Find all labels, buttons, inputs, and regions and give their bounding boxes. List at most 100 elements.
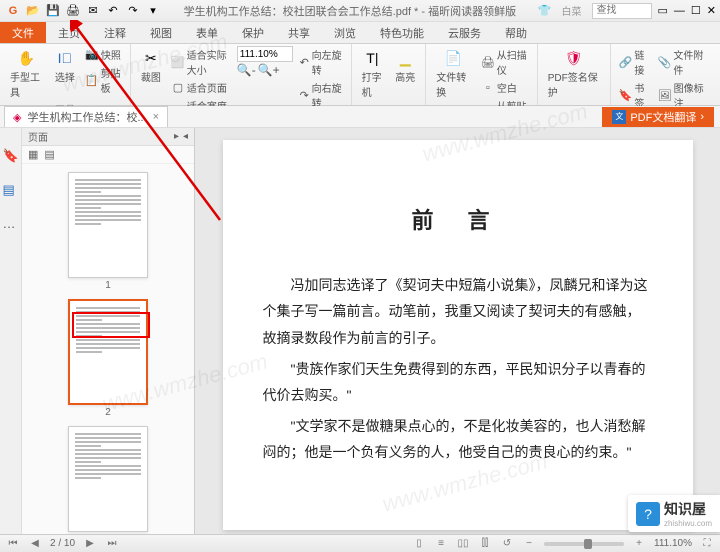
typewriter-button[interactable]: T|打字机 — [358, 46, 388, 101]
crop-button[interactable]: ✂裁图 — [137, 46, 165, 86]
translate-icon: 文 — [612, 110, 626, 124]
ribbon-tabs: 文件主页注释视图表单保护共享浏览特色功能云服务帮助 — [0, 22, 720, 44]
select-button[interactable]: I⃒选择 — [51, 46, 79, 86]
document-tab-bar: ◈ 学生机构工作总结：校... × 文 PDF文档翻译 › — [0, 106, 720, 128]
tab-4[interactable]: 表单 — [184, 22, 230, 43]
ribbon-group-annot: T|打字机 ▁高亮 — [352, 44, 427, 105]
reflow-icon[interactable]: ↺ — [500, 537, 514, 551]
pdf-icon: ◈ — [13, 111, 21, 124]
window-title: 学生机构工作总结：校社团联合会工作总结.pdf * - 福昕阅读器领鲜版 — [162, 3, 538, 19]
ribbon-group-view: ✂裁图 ⬜适合实际大小 ▢适合页面 ↔适合宽度 ▭适合视区 🔍- 🔍+ ↶向左旋… — [131, 44, 352, 105]
zoom-in-status-icon[interactable]: + — [632, 537, 646, 551]
email-icon[interactable]: ✉ — [84, 2, 102, 20]
thumbnails-panel: 页面 ▸ ◂ ▦ ▤ 123 — [22, 128, 195, 534]
ribbon-min-icon[interactable]: ▭ — [658, 4, 668, 17]
thumbnails-header: 页面 ▸ ◂ — [22, 128, 194, 146]
qat-more-icon[interactable]: ▾ — [144, 2, 162, 20]
site-badge: ? 知识屋 zhishiwu.com — [628, 495, 720, 532]
ribbon: ✋手型工具 I⃒选择 📷快照 📋剪贴板 工具 ✂裁图 ⬜适合实际大小 ▢适合页面… — [0, 44, 720, 106]
tab-9[interactable]: 云服务 — [436, 22, 493, 43]
blank-button[interactable]: ▫空白 — [479, 79, 531, 96]
undo-icon[interactable]: ↶ — [104, 2, 122, 20]
ribbon-group-tool: ✋手型工具 I⃒选择 📷快照 📋剪贴板 工具 — [0, 44, 131, 105]
ribbon-group-create: 📄文件转换 🖨从扫描仪 ▫空白 📋从剪贴板 创建 — [426, 44, 538, 105]
thumb-tool-1-icon[interactable]: ▦ — [28, 148, 38, 161]
skin-icon[interactable]: 👕 — [538, 4, 552, 17]
fullscreen-icon[interactable]: ⛶ — [700, 537, 714, 551]
tab-6[interactable]: 共享 — [276, 22, 322, 43]
file-convert-button[interactable]: 📄文件转换 — [432, 46, 475, 101]
bookmarks-panel-icon[interactable]: 🔖 — [3, 148, 19, 164]
page-indicator: 2 / 10 — [50, 538, 75, 549]
save-icon[interactable]: 💾 — [44, 2, 62, 20]
document-viewer[interactable]: 前 言 冯加同志选译了《契诃夫中短篇小说集》，凤麟兄和译为这个集子写一篇前言。动… — [195, 128, 720, 534]
username-label[interactable]: 白菜 — [562, 3, 582, 18]
window-controls: 👕 白菜 ▭ — ☐ ✕ — [538, 3, 716, 19]
thumbnails-toolbar: ▦ ▤ — [22, 146, 194, 164]
attachments-panel-icon[interactable]: … — [3, 216, 19, 232]
zoom-out-icon[interactable]: 🔍- — [237, 63, 256, 77]
document-tab[interactable]: ◈ 学生机构工作总结：校... × — [4, 106, 168, 127]
clipboard-button[interactable]: 📋剪贴板 — [83, 64, 124, 96]
paragraph: "文学家不是做糖果点心的，不是化妆美容的，也人消愁解闷的；他是一个负有义务的人，… — [263, 413, 653, 466]
badge-icon: ? — [636, 502, 660, 526]
tab-0[interactable]: 文件 — [0, 22, 46, 43]
thumbnail-page-3[interactable]: 3 — [68, 426, 148, 534]
panel-collapse-icon[interactable]: ◂ — [183, 131, 188, 142]
link-button[interactable]: 🔗链接 — [617, 46, 652, 78]
print-icon[interactable]: 🖨 — [64, 2, 82, 20]
app-logo: G — [4, 2, 22, 20]
maximize-icon[interactable]: ☐ — [691, 4, 701, 17]
tab-10[interactable]: 帮助 — [493, 22, 539, 43]
first-page-icon[interactable]: ⏮ — [6, 537, 20, 551]
layout-facing-icon[interactable]: ▯▯ — [456, 537, 470, 551]
panel-menu-icon[interactable]: ▸ — [174, 131, 179, 142]
thumbnail-page-1[interactable]: 1 — [68, 172, 148, 291]
quick-access-toolbar: G 📂 💾 🖨 ✉ ↶ ↷ ▾ — [4, 2, 162, 20]
layout-cont-facing-icon[interactable]: ⫿⫿ — [478, 537, 492, 551]
last-page-icon[interactable]: ⏭ — [105, 537, 119, 551]
from-scanner-button[interactable]: 🖨从扫描仪 — [479, 46, 531, 78]
zoom-out-status-icon[interactable]: − — [522, 537, 536, 551]
page-content: 前 言 冯加同志选译了《契诃夫中短篇小说集》，凤麟兄和译为这个集子写一篇前言。动… — [223, 140, 693, 530]
tab-7[interactable]: 浏览 — [322, 22, 368, 43]
open-icon[interactable]: 📂 — [24, 2, 42, 20]
thumbnails-list[interactable]: 123 — [22, 164, 194, 534]
tab-2[interactable]: 注释 — [92, 22, 138, 43]
tab-1[interactable]: 主页 — [46, 22, 92, 43]
zoom-value: 111.10% — [654, 538, 692, 549]
zoom-in-icon[interactable]: 🔍+ — [258, 63, 280, 77]
tab-close-icon[interactable]: × — [153, 111, 159, 123]
pdf-sign-button[interactable]: 🛡PDF签名保护 — [544, 46, 604, 101]
zoom-input[interactable] — [237, 46, 293, 62]
snapshot-button[interactable]: 📷快照 — [83, 46, 124, 63]
tab-8[interactable]: 特色功能 — [368, 22, 436, 43]
paragraph: "贵族作家们天生免费得到的东西，平民知识分子以青春的代价去购买。" — [263, 356, 653, 409]
paragraph: 冯加同志选译了《契诃夫中短篇小说集》，凤麟兄和译为这个集子写一篇前言。动笔前，我… — [263, 272, 653, 352]
pages-panel-icon[interactable]: ▤ — [3, 182, 19, 198]
hand-tool-button[interactable]: ✋手型工具 — [6, 46, 47, 101]
rotate-left-button[interactable]: ↶向左旋转 — [297, 46, 345, 78]
tab-3[interactable]: 视图 — [138, 22, 184, 43]
minimize-icon[interactable]: — — [674, 5, 685, 17]
doc-heading: 前 言 — [263, 200, 653, 242]
zoom-slider[interactable] — [544, 542, 624, 546]
tab-5[interactable]: 保护 — [230, 22, 276, 43]
workspace: 🔖 ▤ … 页面 ▸ ◂ ▦ ▤ 123 前 言 冯加同志选译了《契诃夫中短篇小… — [0, 128, 720, 534]
thumb-tool-2-icon[interactable]: ▤ — [44, 148, 54, 161]
status-bar: ⏮ ◀ 2 / 10 ▶ ⏭ ▯ ≡ ▯▯ ⫿⫿ ↺ − + 111.10% ⛶ — [0, 534, 720, 552]
prev-page-icon[interactable]: ◀ — [28, 537, 42, 551]
pdf-translate-button[interactable]: 文 PDF文档翻译 › — [602, 107, 714, 127]
side-rail: 🔖 ▤ … — [0, 128, 22, 534]
redo-icon[interactable]: ↷ — [124, 2, 142, 20]
search-input[interactable] — [592, 3, 652, 19]
thumbnail-page-2[interactable]: 2 — [68, 299, 148, 418]
actual-size-button[interactable]: ⬜适合实际大小 — [169, 46, 233, 78]
fit-page-button[interactable]: ▢适合页面 — [169, 79, 233, 96]
next-page-icon[interactable]: ▶ — [83, 537, 97, 551]
file-attach-button[interactable]: 📎文件附件 — [656, 46, 714, 78]
layout-single-icon[interactable]: ▯ — [412, 537, 426, 551]
highlight-button[interactable]: ▁高亮 — [391, 46, 419, 86]
layout-cont-icon[interactable]: ≡ — [434, 537, 448, 551]
close-icon[interactable]: ✕ — [707, 4, 716, 17]
